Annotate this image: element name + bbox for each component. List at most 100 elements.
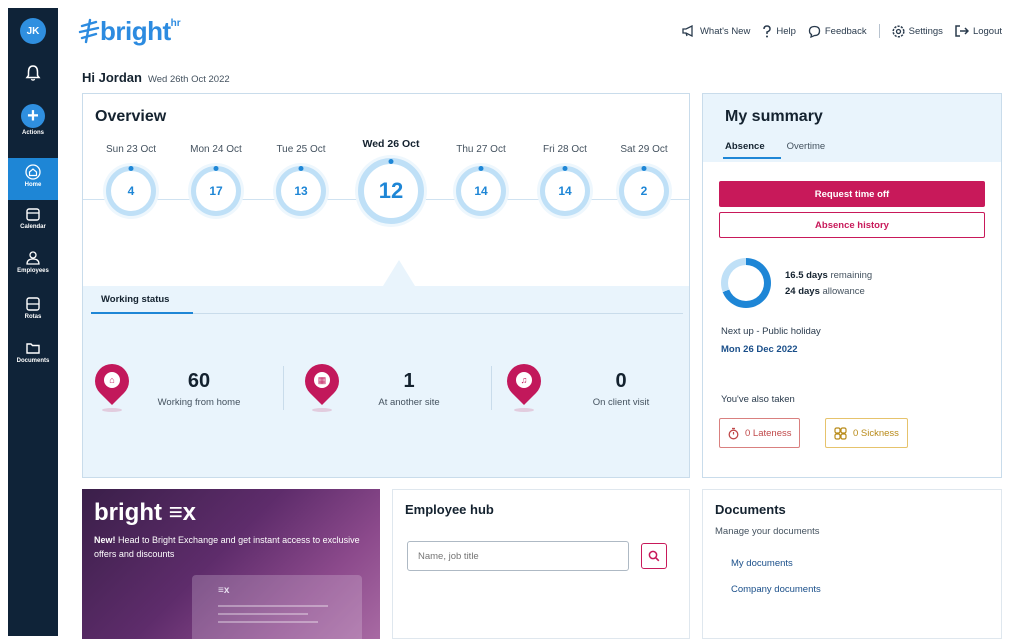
sickness-chip[interactable]: 0 Sickness	[825, 418, 908, 448]
greeting-date: Wed 26th Oct 2022	[147, 74, 230, 85]
sidebar-item-rotas[interactable]: Rotas	[8, 296, 58, 320]
documents-icon	[26, 343, 40, 354]
summary-title: My summary	[725, 108, 823, 125]
absence-history-button[interactable]: Absence history	[719, 212, 985, 238]
my-documents-link[interactable]: My documents	[731, 558, 793, 569]
tab-absence[interactable]: Absence	[725, 141, 765, 152]
day-count: 13	[276, 166, 326, 216]
divider	[878, 24, 880, 38]
divider	[491, 366, 492, 410]
remaining-label: remaining	[830, 270, 873, 281]
day-thu-27[interactable]: Thu 27 Oct 14	[436, 144, 526, 216]
tab-working-status[interactable]: Working status	[101, 294, 169, 305]
avatar[interactable]: JK	[8, 18, 58, 44]
lightning-logo-icon	[78, 18, 100, 44]
day-selector: Sun 23 Oct 4 Mon 24 Oct 17 Tue 25 Oct 13…	[83, 138, 689, 244]
greeting-text: Hi Jordan	[82, 70, 142, 85]
day-count: 4	[106, 166, 156, 216]
sidebar-item-label: Documents	[16, 358, 50, 364]
location-pin-icon: ♫	[499, 356, 549, 414]
divider	[283, 366, 284, 410]
day-count: 14	[540, 166, 590, 216]
home-icon: ⌂	[104, 372, 120, 388]
search-button[interactable]	[641, 543, 667, 569]
day-tue-25[interactable]: Tue 25 Oct 13	[256, 144, 346, 216]
day-label: Fri 28 Oct	[543, 144, 587, 155]
logout-link[interactable]: Logout	[955, 25, 1002, 37]
sidebar-item-label: Home	[24, 182, 42, 188]
lateness-label: 0 Lateness	[745, 427, 792, 439]
location-pin-icon: ⌂	[87, 356, 137, 414]
sidebar-item-label: Rotas	[24, 314, 42, 320]
employee-search-input[interactable]	[407, 541, 629, 571]
sidebar: JK + Actions Home Calendar Employees Rot…	[8, 8, 58, 636]
bright-exchange-promo[interactable]: bright ≡x New! Head to Bright Exchange a…	[82, 489, 380, 639]
help-label: Help	[776, 25, 796, 37]
sickness-label: 0 Sickness	[853, 427, 899, 439]
employee-hub-card: Employee hub	[392, 489, 690, 639]
tab-active-indicator	[723, 157, 781, 159]
promo-image: ≡x	[192, 575, 362, 639]
documents-subtitle: Manage your documents	[715, 526, 820, 537]
day-mon-24[interactable]: Mon 24 Oct 17	[171, 144, 261, 216]
help-icon	[763, 24, 772, 37]
company-documents-link[interactable]: Company documents	[731, 584, 821, 595]
brand-logo[interactable]: bright hr	[78, 14, 181, 48]
feedback-label: Feedback	[824, 25, 867, 37]
calendar-icon	[26, 208, 40, 221]
notifications-button[interactable]	[8, 64, 58, 82]
day-count: 17	[191, 166, 241, 216]
employee-hub-title: Employee hub	[405, 502, 494, 517]
stopwatch-icon	[728, 427, 739, 439]
sidebar-item-employees[interactable]: Employees	[8, 250, 58, 274]
sidebar-item-calendar[interactable]: Calendar	[8, 206, 58, 230]
documents-card: Documents Manage your documents My docum…	[702, 489, 1002, 639]
day-count: 12	[358, 158, 424, 224]
documents-title: Documents	[715, 502, 786, 517]
top-nav: What's New Help Feedback Settings Logout	[682, 24, 1002, 38]
employees-icon	[26, 251, 40, 265]
stat-caption: Working from home	[157, 397, 241, 408]
day-label: Wed 26 Oct	[362, 138, 420, 150]
building-icon: ▦	[314, 372, 330, 388]
stat-on-client-visit[interactable]: ♫ 0 On client visit	[499, 356, 689, 414]
promo-text: New! Head to Bright Exchange and get ins…	[94, 533, 364, 561]
sidebar-item-home[interactable]: Home	[8, 158, 58, 200]
feedback-link[interactable]: Feedback	[808, 25, 867, 38]
sidebar-item-documents[interactable]: Documents	[8, 340, 58, 364]
stat-caption: At another site	[378, 397, 440, 408]
allowance-value: 24 days	[785, 286, 820, 297]
day-sun-23[interactable]: Sun 23 Oct 4	[86, 144, 176, 216]
sidebar-item-label: Actions	[21, 130, 44, 136]
stat-working-from-home[interactable]: ⌂ 60 Working from home	[87, 356, 259, 414]
settings-link[interactable]: Settings	[892, 24, 943, 38]
next-up-date: Mon 26 Dec 2022	[721, 344, 798, 355]
day-count: 2	[619, 166, 669, 216]
logo-text: bright	[100, 15, 171, 46]
day-label: Thu 27 Oct	[456, 144, 506, 155]
tab-overtime[interactable]: Overtime	[787, 141, 826, 152]
day-wed-26[interactable]: Wed 26 Oct 12	[346, 138, 436, 224]
avatar-initials: JK	[20, 18, 46, 44]
day-label: Tue 25 Oct	[276, 144, 326, 155]
logout-label: Logout	[972, 25, 1002, 37]
whats-new-link[interactable]: What's New	[682, 25, 750, 37]
lateness-chip[interactable]: 0 Lateness	[719, 418, 801, 448]
help-link[interactable]: Help	[762, 24, 796, 38]
request-time-off-button[interactable]: Request time off	[719, 181, 985, 207]
bell-icon: ♫	[516, 372, 532, 388]
sidebar-item-actions[interactable]: + Actions	[8, 104, 58, 136]
stat-at-another-site[interactable]: ▦ 1 At another site	[297, 356, 469, 414]
day-label: Mon 24 Oct	[190, 144, 242, 155]
day-fri-28[interactable]: Fri 28 Oct 14	[520, 144, 610, 216]
plus-icon: +	[21, 104, 45, 128]
tab-active-indicator	[91, 312, 193, 314]
day-sat-29[interactable]: Sat 29 Oct 2	[599, 144, 689, 216]
logout-icon	[955, 25, 969, 37]
settings-label: Settings	[908, 25, 943, 37]
sidebar-item-label: Calendar	[20, 224, 46, 230]
sidebar-item-label: Employees	[17, 268, 49, 274]
day-label: Sat 29 Oct	[620, 144, 668, 155]
remaining-value: 16.5 days	[785, 270, 828, 281]
location-pin-icon: ▦	[297, 356, 347, 414]
